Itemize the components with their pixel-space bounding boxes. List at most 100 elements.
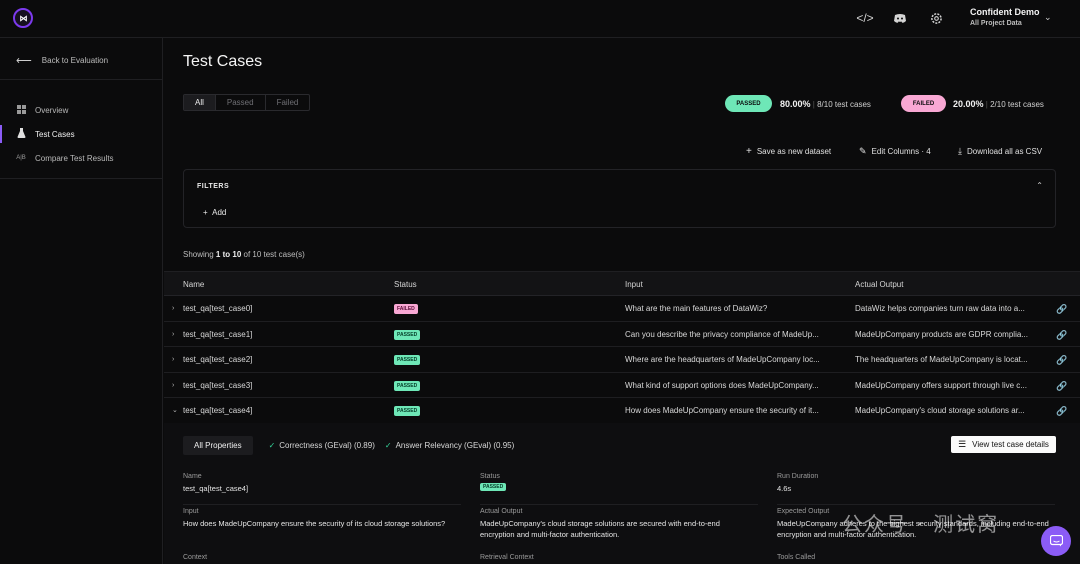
discord-icon[interactable] <box>892 10 908 26</box>
table-row[interactable]: › test_qa[test_case2] PASSED Where are t… <box>164 347 1080 373</box>
chevron-right-icon[interactable]: › <box>172 347 174 372</box>
back-to-evaluation-link[interactable]: ⟵ Back to Evaluation <box>16 54 108 67</box>
main-content: Test Cases All Passed Failed PASSED 80.0… <box>164 38 1080 564</box>
view-test-case-details-button[interactable]: ☰ View test case details <box>951 436 1056 453</box>
link-icon[interactable]: 🔗 <box>1056 304 1067 315</box>
tab-all-properties[interactable]: All Properties <box>183 436 253 455</box>
tab-all[interactable]: All <box>184 95 216 110</box>
field-name: Name test_qa[test_case4] <box>183 473 453 494</box>
name-value: test_qa[test_case4] <box>183 484 249 493</box>
test-case-detail-panel: All Properties ✓ Correctness (GEval) (0.… <box>164 423 1080 564</box>
divider <box>183 504 461 505</box>
passed-summary: 80.00% | 8/10 test cases <box>780 99 871 109</box>
field-input: Input How does MadeUpCompany ensure the … <box>183 508 453 529</box>
test-case-output: MadeUpCompany's cloud storage solutions … <box>855 406 1025 415</box>
table-header: Name Status Input Actual Output <box>164 271 1080 296</box>
test-case-input: Where are the headquarters of MadeUpComp… <box>625 355 820 364</box>
field-context: Context <box>183 554 208 561</box>
test-case-name: test_qa[test_case3] <box>183 380 253 390</box>
divider <box>777 504 1055 505</box>
test-case-input: What kind of support options does MadeUp… <box>625 380 819 390</box>
check-icon: ✓ <box>268 441 276 450</box>
test-case-name: test_qa[test_case0] <box>183 304 253 313</box>
filters-panel: FILTERS ⌃ + Add <box>183 169 1056 228</box>
check-icon: ✓ <box>384 441 392 450</box>
list-icon: ☰ <box>958 439 967 449</box>
sidebar: ⟵ Back to Evaluation Overview Test Cases… <box>0 38 163 564</box>
table-row[interactable]: › test_qa[test_case3] PASSED What kind o… <box>164 373 1080 398</box>
passed-percentage: 80.00% <box>780 99 811 109</box>
table-row[interactable]: › test_qa[test_case0] FAILED What are th… <box>164 296 1080 322</box>
status-badge: PASSED <box>394 406 421 416</box>
input-value: How does MadeUpCompany ensure the securi… <box>183 519 446 528</box>
table-row[interactable]: › test_qa[test_case1] PASSED Can you des… <box>164 322 1080 347</box>
field-tools-called: Tools Called <box>777 554 816 561</box>
view-details-label: View test case details <box>972 440 1049 449</box>
chat-icon <box>1049 535 1063 547</box>
link-icon[interactable]: 🔗 <box>1056 330 1067 341</box>
add-filter-button[interactable]: + Add <box>203 208 226 217</box>
chat-support-button[interactable] <box>1041 526 1071 556</box>
test-case-input: What are the main features of DataWiz? <box>625 304 768 313</box>
chevron-down-icon[interactable]: ⌄ <box>172 398 178 423</box>
download-csv-button[interactable]: ⤓ Download all as CSV <box>958 146 1042 157</box>
status-badge: PASSED <box>480 483 507 491</box>
metric-correctness[interactable]: Correctness (GEval) (0.89) <box>279 441 375 450</box>
test-case-input: How does MadeUpCompany ensure the securi… <box>625 406 819 415</box>
failed-count: 2/10 test cases <box>990 100 1044 109</box>
column-header-status[interactable]: Status <box>394 272 417 297</box>
sidebar-item-compare-test-results[interactable]: A|B Compare Test Results <box>0 148 163 168</box>
link-icon[interactable]: 🔗 <box>1056 381 1067 392</box>
tab-passed[interactable]: Passed <box>216 95 266 110</box>
link-icon[interactable]: 🔗 <box>1056 355 1067 366</box>
column-header-name[interactable]: Name <box>183 272 204 297</box>
sidebar-item-label: Test Cases <box>35 129 75 139</box>
metric-answer-relevancy[interactable]: Answer Relevancy (GEval) (0.95) <box>396 441 515 450</box>
table-row[interactable]: ⌄ test_qa[test_case4] PASSED How does Ma… <box>164 398 1080 424</box>
settings-icon[interactable] <box>928 10 944 26</box>
test-case-name: test_qa[test_case2] <box>183 355 253 364</box>
code-icon[interactable]: </> <box>856 10 873 26</box>
back-label: Back to Evaluation <box>41 56 109 65</box>
chevron-right-icon[interactable]: › <box>172 373 174 398</box>
field-run-duration: Run Duration 4.6s <box>777 473 1047 494</box>
tab-failed[interactable]: Failed <box>266 95 310 110</box>
save-as-dataset-button[interactable]: + Save as new dataset <box>746 146 831 157</box>
actual-output-value: MadeUpCompany's cloud storage solutions … <box>480 519 720 539</box>
project-switcher[interactable]: Confident Demo All Project Data <box>970 7 1040 27</box>
plus-icon: + <box>746 146 752 157</box>
link-icon[interactable]: 🔗 <box>1056 406 1067 417</box>
chevron-down-icon[interactable]: ⌄ <box>1044 12 1052 23</box>
filters-label: FILTERS <box>197 183 230 190</box>
failed-percentage: 20.00% <box>953 99 984 109</box>
pencil-icon: ✎ <box>859 146 867 156</box>
project-name: Confident Demo <box>970 7 1040 17</box>
sidebar-item-overview[interactable]: Overview <box>0 100 163 120</box>
sidebar-item-label: Compare Test Results <box>35 153 114 163</box>
status-badge: FAILED <box>394 304 418 314</box>
chevron-right-icon[interactable]: › <box>172 296 174 321</box>
column-header-input[interactable]: Input <box>625 272 643 297</box>
logo-icon[interactable]: ⋈ <box>13 8 33 28</box>
test-case-output: DataWiz helps companies turn raw data in… <box>855 304 1025 313</box>
chevron-up-icon[interactable]: ⌃ <box>1036 181 1043 190</box>
edit-columns-button[interactable]: ✎ Edit Columns · 4 <box>859 146 931 157</box>
field-actual-output: Actual Output MadeUpCompany's cloud stor… <box>480 508 750 540</box>
failed-summary: 20.00% | 2/10 test cases <box>953 99 1044 109</box>
chevron-right-icon[interactable]: › <box>172 322 174 347</box>
divider <box>480 504 758 505</box>
download-icon: ⤓ <box>958 146 962 156</box>
result-filter-tabs: All Passed Failed <box>183 94 311 111</box>
test-case-name: test_qa[test_case4] <box>183 406 253 415</box>
edit-columns-label: Edit Columns · 4 <box>871 147 931 156</box>
status-badge: PASSED <box>394 329 421 340</box>
flask-icon <box>15 128 27 140</box>
project-scope: All Project Data <box>970 20 1022 27</box>
sidebar-divider <box>0 79 163 80</box>
status-badge: PASSED <box>394 380 421 391</box>
sidebar-item-test-cases[interactable]: Test Cases <box>0 124 163 144</box>
run-duration-value: 4.6s <box>777 484 792 493</box>
add-filter-label: Add <box>212 208 227 217</box>
column-header-actual-output[interactable]: Actual Output <box>855 272 903 297</box>
test-case-input: Can you describe the privacy compliance … <box>625 329 819 339</box>
